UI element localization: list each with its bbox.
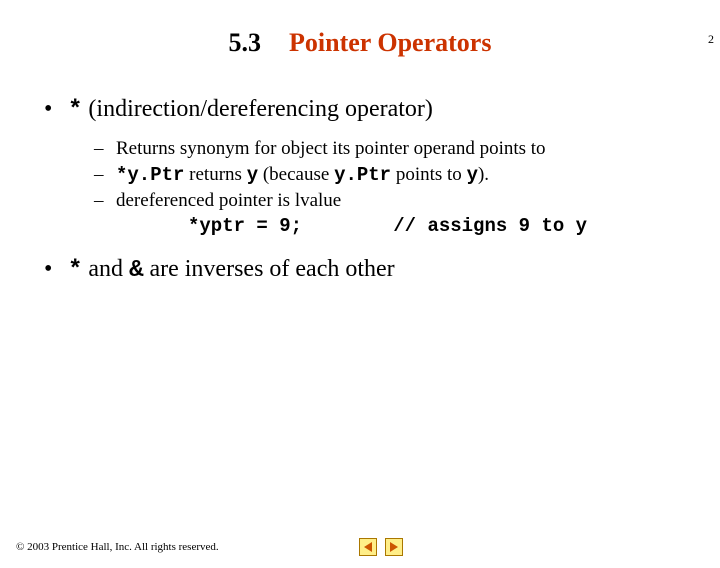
code-symbol: * <box>68 97 82 124</box>
word: returns <box>189 164 242 185</box>
footer: © 2003 Prentice Hall, Inc. All rights re… <box>16 538 403 556</box>
sub-item: – Returns synonym for object its pointer… <box>94 136 690 162</box>
arrow-right-icon <box>390 542 398 552</box>
code-inline: *y.Ptr <box>116 164 184 186</box>
bullet-dot: • <box>44 256 68 283</box>
word: points to <box>396 164 462 185</box>
section-number: 5.3 <box>229 28 262 58</box>
sub-item: – *y.Ptr returns y (because y.Ptr points… <box>94 162 690 189</box>
code-inline: y.Ptr <box>334 164 391 186</box>
bullet-item: • * (indirection/dereferencing operator) <box>44 96 690 124</box>
bullet-desc: (indirection/dereferencing operator) <box>88 96 432 122</box>
word: and <box>88 256 123 282</box>
bullet-item: • * and & are inverses of each other <box>44 256 690 284</box>
page-number: 2 <box>708 32 714 47</box>
bullet-text: * (indirection/dereferencing operator) <box>68 96 690 124</box>
bullet-dot: • <box>44 96 68 123</box>
code-inline: y <box>467 164 478 186</box>
word: (because <box>263 164 329 185</box>
sub-item: – dereferenced pointer is lvalue <box>94 188 690 214</box>
dash: – <box>94 162 116 188</box>
copyright-text: © 2003 Prentice Hall, Inc. All rights re… <box>16 541 219 553</box>
code-line: *yptr = 9; // assigns 9 to y <box>188 214 690 240</box>
sub-text: Returns synonym for object its pointer o… <box>116 136 690 162</box>
code-symbol: & <box>129 257 143 284</box>
dash: – <box>94 188 116 214</box>
code-inline: y <box>247 164 258 186</box>
prev-button[interactable] <box>359 538 377 556</box>
section-title: Pointer Operators <box>289 28 491 58</box>
dash: – <box>94 136 116 162</box>
bullet-text: * and & are inverses of each other <box>68 256 690 284</box>
sub-text: dereferenced pointer is lvalue <box>116 188 690 214</box>
word: ). <box>478 164 489 185</box>
arrow-left-icon <box>364 542 372 552</box>
slide-title: 5.3 Pointer Operators <box>0 28 720 58</box>
next-button[interactable] <box>385 538 403 556</box>
sub-list: – Returns synonym for object its pointer… <box>94 136 690 240</box>
slide-body: • * (indirection/dereferencing operator)… <box>0 96 720 284</box>
nav-arrows <box>359 538 403 556</box>
bullet-desc: are inverses of each other <box>149 256 394 282</box>
code-symbol: * <box>68 257 82 284</box>
sub-text: *y.Ptr returns y (because y.Ptr points t… <box>116 162 690 189</box>
